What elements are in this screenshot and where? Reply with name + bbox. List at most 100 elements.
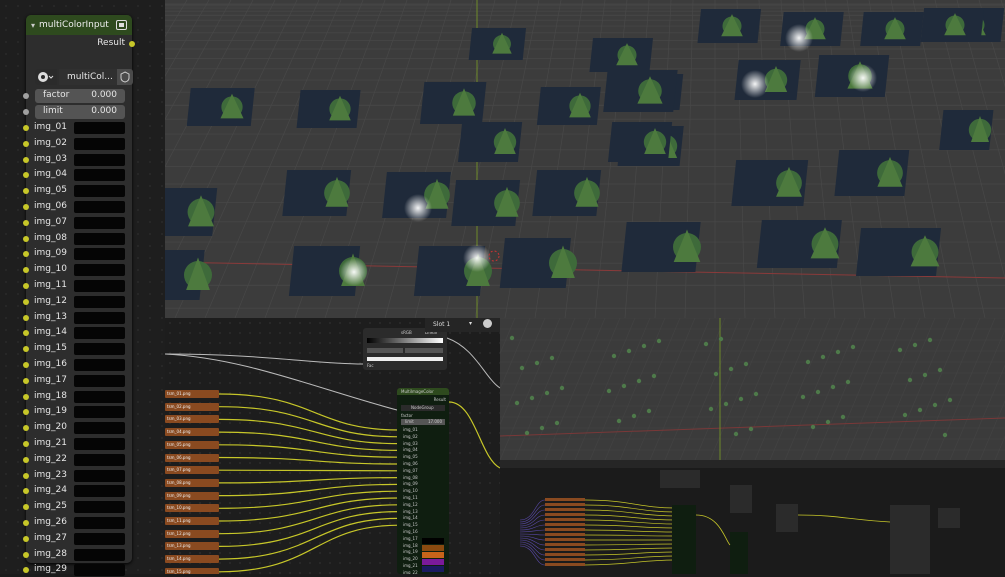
image-color-swatch[interactable] — [74, 485, 125, 498]
image-color-swatch[interactable] — [74, 264, 125, 277]
image-input-socket[interactable] — [23, 219, 29, 226]
ramp-pos-field[interactable] — [405, 348, 443, 353]
shader-node-editor[interactable]: tsm_01.png tsm_02.png tsm_03.png tsm_04.png… — [165, 318, 500, 574]
result-output-socket[interactable] — [129, 41, 135, 47]
image-input-row[interactable]: img_12 — [23, 295, 132, 309]
image-color-swatch[interactable] — [74, 280, 125, 292]
viewport-scene[interactable] — [165, 0, 1005, 318]
image-color-swatch[interactable] — [74, 153, 125, 166]
image-color-swatch[interactable] — [74, 343, 125, 356]
image-texture-node-mini[interactable]: tsm_14.png — [165, 555, 219, 564]
image-input-socket[interactable] — [23, 377, 29, 384]
image-texture-node-mini[interactable]: tsm_06.png — [165, 453, 219, 462]
image-input-row[interactable]: img_14 — [23, 326, 132, 340]
image-slot-header[interactable]: Slot 1 ▾ — [425, 318, 500, 332]
image-input-row[interactable]: img_18 — [23, 390, 132, 404]
image-texture-node-mini[interactable]: tsm_01.png — [165, 390, 219, 398]
image-texture-node-mini[interactable]: tsm_09.png — [165, 491, 219, 500]
image-input-row[interactable]: img_04 — [23, 168, 132, 182]
image-input-socket[interactable] — [23, 456, 29, 463]
image-input-row[interactable]: img_10 — [23, 263, 132, 277]
ramp-color-swatch[interactable] — [367, 357, 443, 361]
image-texture-node-mini[interactable]: tsm_15.png — [165, 567, 219, 574]
image-color-swatch[interactable] — [74, 201, 125, 213]
image-input-socket[interactable] — [23, 393, 29, 400]
render-slot-icon[interactable] — [483, 319, 492, 328]
image-input-socket[interactable] — [23, 251, 29, 258]
image-color-swatch[interactable] — [74, 295, 125, 308]
image-input-socket[interactable] — [23, 283, 29, 289]
image-input-socket[interactable] — [23, 172, 29, 179]
image-texture-node-mini[interactable]: tsm_04.png — [165, 428, 219, 437]
image-input-socket[interactable] — [23, 409, 29, 416]
image-input-socket[interactable] — [23, 362, 29, 368]
image-input-socket[interactable] — [23, 551, 29, 558]
nodegroup-selector[interactable]: multiCol... — [35, 69, 133, 85]
image-color-swatch[interactable] — [74, 532, 125, 545]
image-input-row[interactable]: img_07 — [23, 216, 132, 230]
image-color-swatch[interactable] — [74, 422, 125, 435]
image-color-swatch[interactable] — [74, 216, 125, 229]
node-header[interactable]: ▾ multiColorInput — [26, 15, 132, 35]
image-color-swatch[interactable] — [74, 517, 125, 529]
image-color-swatch[interactable] — [74, 169, 125, 182]
slot-dropdown-icon[interactable]: ▾ — [469, 320, 472, 327]
collapse-chevron-icon[interactable]: ▾ — [31, 21, 35, 30]
image-color-swatch[interactable] — [74, 501, 125, 514]
nodegroup-browse-button[interactable] — [35, 69, 57, 85]
image-input-socket[interactable] — [23, 125, 29, 131]
viewport-3d[interactable] — [165, 0, 1005, 318]
image-color-swatch[interactable] — [74, 564, 125, 577]
image-input-socket[interactable] — [23, 425, 29, 432]
image-input-socket[interactable] — [23, 204, 29, 210]
image-texture-node-mini[interactable]: tsm_07.png — [165, 466, 219, 475]
image-input-socket[interactable] — [23, 472, 29, 479]
image-input-row[interactable]: img_08 — [23, 232, 132, 246]
image-texture-node-mini[interactable]: tsm_05.png — [165, 440, 219, 449]
image-input-socket[interactable] — [23, 488, 29, 495]
image-input-row[interactable]: img_13 — [23, 311, 132, 325]
slot-selector[interactable]: Slot 1 — [433, 321, 450, 328]
image-input-socket[interactable] — [23, 346, 29, 353]
image-input-row[interactable]: img_26 — [23, 516, 132, 530]
image-color-swatch[interactable] — [74, 327, 125, 340]
factor-input-socket[interactable] — [23, 93, 29, 99]
image-input-row[interactable]: img_28 — [23, 548, 132, 562]
fake-user-shield-icon[interactable] — [117, 69, 133, 85]
image-input-row[interactable]: img_16 — [23, 358, 132, 372]
image-input-socket[interactable] — [23, 567, 29, 574]
color-ramp-bar[interactable] — [367, 338, 443, 343]
image-input-row[interactable]: img_02 — [23, 137, 132, 151]
image-input-socket[interactable] — [23, 535, 29, 542]
nested-viewport-screenshot[interactable] — [500, 318, 1005, 460]
factor-field[interactable]: factor 0.000 — [35, 89, 125, 103]
image-color-swatch[interactable] — [74, 374, 125, 387]
image-input-row[interactable]: img_24 — [23, 484, 132, 498]
image-color-swatch[interactable] — [74, 359, 125, 371]
image-input-row[interactable]: img_25 — [23, 500, 132, 514]
image-input-socket[interactable] — [23, 504, 29, 511]
image-input-row[interactable]: img_15 — [23, 342, 132, 356]
image-color-swatch[interactable] — [74, 185, 125, 198]
image-color-swatch[interactable] — [74, 137, 125, 150]
image-texture-node-mini[interactable]: tsm_13.png — [165, 542, 219, 551]
image-input-socket[interactable] — [23, 235, 29, 242]
image-color-swatch[interactable] — [74, 248, 125, 261]
image-input-row[interactable]: img_09 — [23, 247, 132, 261]
image-input-row[interactable]: img_29 — [23, 563, 132, 577]
image-input-row[interactable]: img_05 — [23, 184, 132, 198]
image-color-swatch[interactable] — [74, 406, 125, 419]
ramp-stop-field[interactable] — [367, 348, 403, 353]
image-input-row[interactable]: img_21 — [23, 437, 132, 451]
image-input-row[interactable]: img_17 — [23, 374, 132, 388]
image-texture-node-mini[interactable]: tsm_02.png — [165, 402, 219, 411]
image-input-socket[interactable] — [23, 156, 29, 163]
image-texture-node-mini[interactable]: tsm_03.png — [165, 415, 219, 424]
inner-nodegroup-field[interactable]: NodeGroup — [401, 405, 445, 411]
image-texture-node-mini[interactable]: tsm_08.png — [165, 478, 219, 487]
image-input-row[interactable]: img_19 — [23, 405, 132, 419]
image-input-socket[interactable] — [23, 188, 29, 195]
image-input-socket[interactable] — [23, 441, 29, 447]
image-input-socket[interactable] — [23, 314, 29, 321]
image-input-socket[interactable] — [23, 520, 29, 526]
